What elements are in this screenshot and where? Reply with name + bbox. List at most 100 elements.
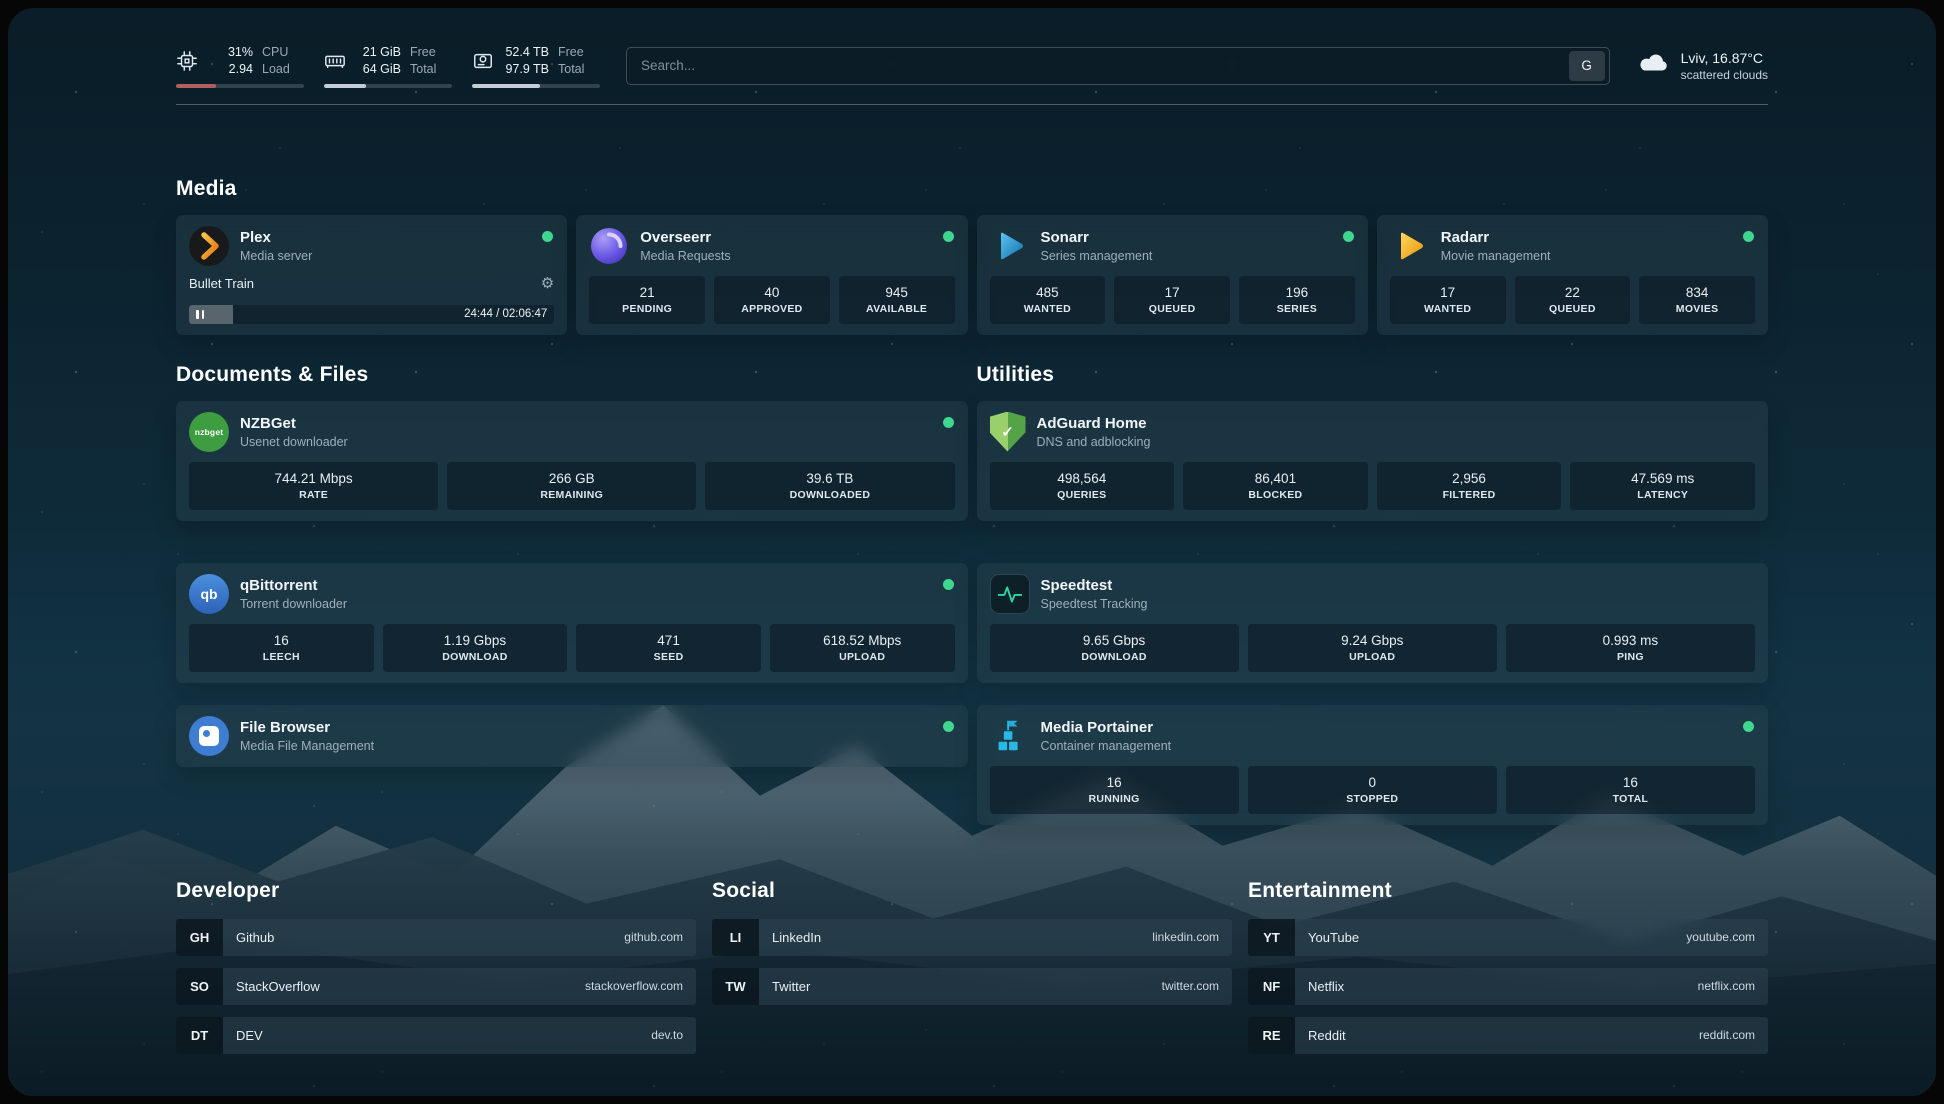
bookmark-name: Github [223,919,624,956]
cpu-load-value: 2.94 [229,61,253,77]
cpu-widget: 31% 2.94 CPU Load [176,44,304,88]
status-dot [943,579,954,590]
bookmark-abbr: SO [176,968,223,1005]
section-title-developer: Developer [176,879,696,903]
bookmark-group-entertainment: Entertainment YT YouTube youtube.com NF … [1248,879,1768,1066]
stat-box: 0STOPPED [1248,766,1497,814]
stat-box: 485WANTED [990,276,1106,324]
bookmark-reddit[interactable]: RE Reddit reddit.com [1248,1017,1768,1054]
search-input[interactable] [627,58,1569,73]
app-name: Media Portainer [1041,719,1172,737]
stat-box: 1.19 GbpsDOWNLOAD [383,624,568,672]
app-card-overseerr[interactable]: Overseerr Media Requests 21PENDING 40APP… [576,215,967,335]
bookmark-abbr: NF [1248,968,1295,1005]
ram-progress-bar [324,84,452,88]
app-card-radarr[interactable]: Radarr Movie management 17WANTED 22QUEUE… [1377,215,1768,335]
stat-box: 471SEED [576,624,761,672]
ram-free-value: 21 GiB [363,44,401,60]
app-name: Radarr [1441,229,1551,247]
bookmark-youtube[interactable]: YT YouTube youtube.com [1248,919,1768,956]
app-meta: Media Portainer Container management [1041,719,1172,753]
app-card-nzbget[interactable]: nzbget NZBGet Usenet downloader 744.21 M… [176,401,968,521]
playback-progress-bar[interactable]: 24:44 / 02:06:47 [189,305,554,324]
app-name: Speedtest [1041,577,1148,595]
app-subtitle: Container management [1041,739,1172,753]
bookmark-stackoverflow[interactable]: SO StackOverflow stackoverflow.com [176,968,696,1005]
app-meta: Overseerr Media Requests [640,229,730,263]
search-engine-button[interactable]: G [1569,51,1605,81]
weather-widget: Lviv, 16.87°C scattered clouds [1636,50,1768,82]
weather-location: Lviv, 16.87°C [1681,50,1768,66]
app-card-speedtest[interactable]: Speedtest Speedtest Tracking 9.65 GbpsDO… [977,563,1769,683]
gear-icon[interactable] [541,276,554,291]
ram-total-label: Total [410,61,436,77]
app-subtitle: Series management [1041,249,1153,263]
playback-time: 24:44 / 02:06:47 [464,308,547,320]
app-meta: Plex Media server [240,229,312,263]
stat-box: 196SERIES [1239,276,1355,324]
app-card-adguard[interactable]: AdGuard Home DNS and adblocking 498,564Q… [977,401,1769,521]
app-card-plex[interactable]: Plex Media server Bullet Train 24:44 / 0… [176,215,567,335]
bookmark-dev[interactable]: DT DEV dev.to [176,1017,696,1054]
status-dot [542,231,553,242]
app-name: AdGuard Home [1037,415,1151,433]
bookmark-name: YouTube [1295,919,1686,956]
bookmark-url: stackoverflow.com [585,968,696,1005]
stat-box: 618.52 MbpsUPLOAD [770,624,955,672]
stat-box: 22QUEUED [1515,276,1631,324]
app-subtitle: Torrent downloader [240,597,347,611]
stat-box: 47.569 msLATENCY [1570,462,1755,510]
bookmark-url: twitter.com [1162,968,1232,1005]
app-meta: Sonarr Series management [1041,229,1153,263]
ram-widget: 21 GiB 64 GiB Free Total [324,44,452,88]
stat-box: 16RUNNING [990,766,1239,814]
disk-total-label: Total [558,61,584,77]
bookmark-url: github.com [624,919,696,956]
section-title-entertainment: Entertainment [1248,879,1768,903]
bookmark-url: reddit.com [1699,1017,1768,1054]
bookmark-abbr: LI [712,919,759,956]
bookmark-netflix[interactable]: NF Netflix netflix.com [1248,968,1768,1005]
app-card-filebrowser[interactable]: File Browser Media File Management [176,705,968,767]
disk-icon [472,50,494,72]
bookmark-abbr: YT [1248,919,1295,956]
bookmark-abbr: GH [176,919,223,956]
bookmark-url: netflix.com [1698,968,1768,1005]
app-name: Plex [240,229,312,247]
ram-icon [324,50,346,72]
app-subtitle: Usenet downloader [240,435,348,449]
app-card-portainer[interactable]: Media Portainer Container management 16R… [977,705,1769,825]
bookmark-github[interactable]: GH Github github.com [176,919,696,956]
stat-box: 9.65 GbpsDOWNLOAD [990,624,1239,672]
stat-box: 17QUEUED [1114,276,1230,324]
cpu-usage-label: CPU [262,44,290,60]
bookmark-twitter[interactable]: TW Twitter twitter.com [712,968,1232,1005]
disk-free-value: 52.4 TB [505,44,549,60]
app-subtitle: DNS and adblocking [1037,435,1151,449]
bookmark-url: dev.to [651,1017,696,1054]
app-meta: Radarr Movie management [1441,229,1551,263]
stat-box: 266 GBREMAINING [447,462,696,510]
section-title-social: Social [712,879,1232,903]
section-title-documents: Documents & Files [176,363,968,387]
bookmark-url: youtube.com [1686,919,1768,956]
disk-free-label: Free [558,44,584,60]
app-card-sonarr[interactable]: Sonarr Series management 485WANTED 17QUE… [977,215,1368,335]
bookmark-group-developer: Developer GH Github github.com SO StackO… [176,879,696,1066]
sonarr-icon [990,226,1030,266]
app-card-qbittorrent[interactable]: qb qBittorrent Torrent downloader 16LEEC… [176,563,968,683]
bookmark-name: DEV [223,1017,651,1054]
app-subtitle: Movie management [1441,249,1551,263]
stat-box: 21PENDING [589,276,705,324]
bookmark-linkedin[interactable]: LI LinkedIn linkedin.com [712,919,1232,956]
nzbget-icon-text: nzbget [195,427,224,437]
status-dot [943,417,954,428]
stat-box: 0.993 msPING [1506,624,1755,672]
status-dot [1343,231,1354,242]
bookmark-name: LinkedIn [759,919,1152,956]
ram-total-value: 64 GiB [363,61,401,77]
pause-icon[interactable] [196,310,204,319]
weather-condition: scattered clouds [1681,68,1768,82]
app-subtitle: Media File Management [240,739,374,753]
bookmark-name: Reddit [1295,1017,1699,1054]
